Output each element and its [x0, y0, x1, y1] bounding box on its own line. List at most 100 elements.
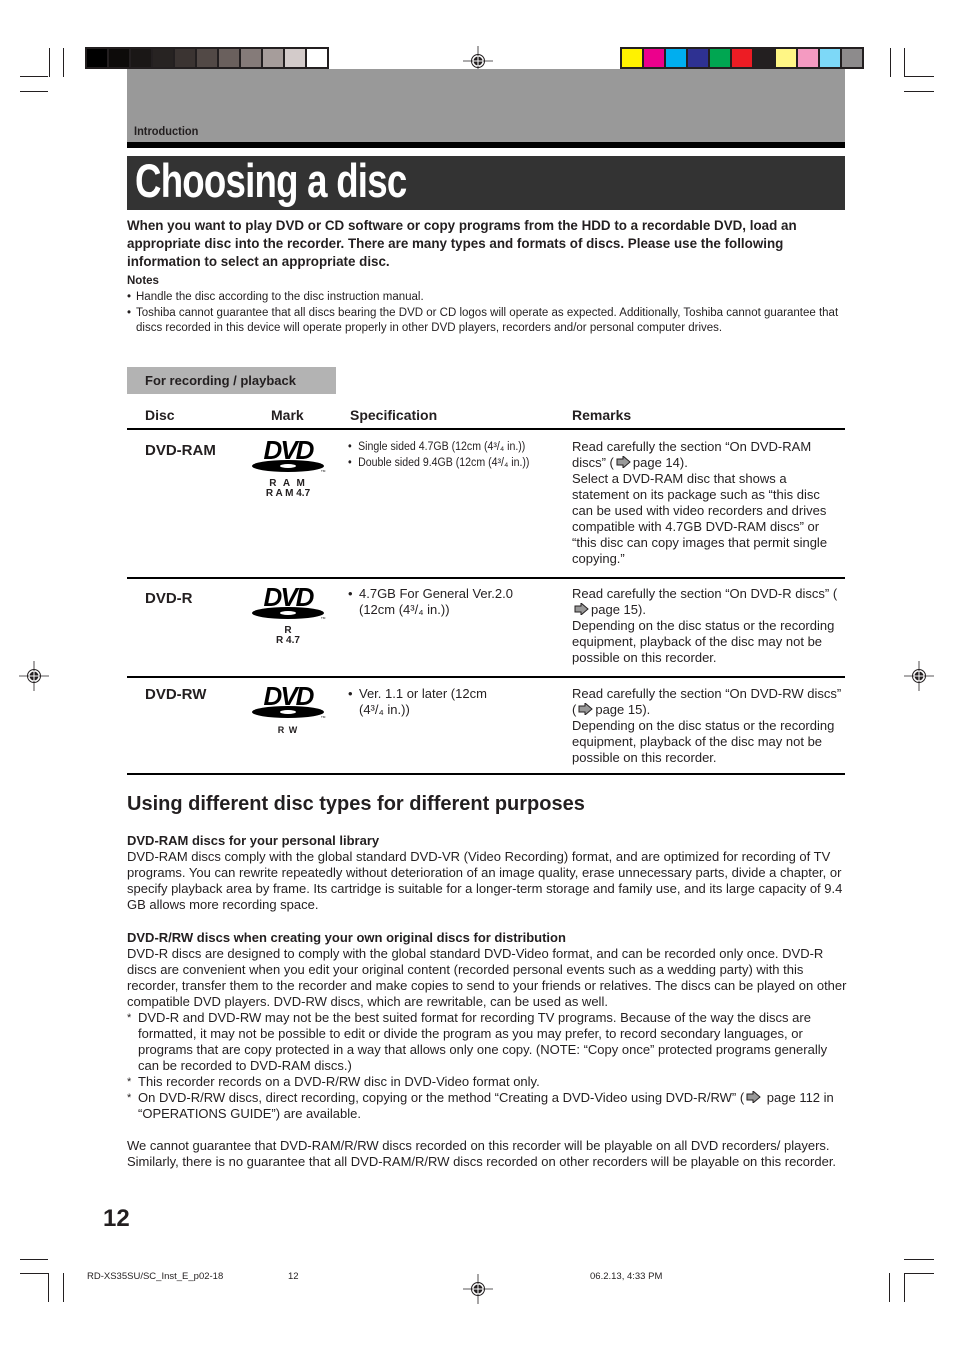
column-header-remarks: Remarks [572, 407, 632, 423]
specification-list: Single sided 4.7GB (12cm (4³/₄ in.)) Dou… [348, 439, 529, 471]
disc-name: DVD-R [145, 590, 193, 607]
grayscale-swatch [307, 49, 327, 67]
header-rule [127, 142, 845, 148]
table-rule [127, 577, 845, 579]
crop-mark [20, 1259, 48, 1260]
asterisk-note: DVD-R and DVD-RW may not be the best sui… [127, 1010, 847, 1074]
grayscale-swatch [131, 49, 151, 67]
dvd-disc-logo-icon: DVD TM [252, 681, 326, 719]
registration-mark-icon [463, 1274, 493, 1304]
column-header-disc: Disc [145, 407, 175, 423]
slug-date: 06.2.13, 4:33 PM [590, 1271, 663, 1282]
page-reference-link[interactable]: page 15). [595, 702, 650, 717]
color-swatch [732, 49, 752, 67]
grayscale-swatch [175, 49, 195, 67]
color-swatch [622, 49, 642, 67]
slug-page: 12 [288, 1271, 299, 1282]
notes-list: Handle the disc according to the disc in… [127, 290, 842, 337]
color-swatch [798, 49, 818, 67]
spec-item: 4.7GB For General Ver.2.0 (12cm (4³/₄ in… [348, 586, 528, 618]
spec-item: Double sided 9.4GB (12cm (4³/₄ in.)) [348, 455, 529, 471]
grayscale-swatch [241, 49, 261, 67]
section-label: Introduction [134, 124, 199, 138]
color-swatch [688, 49, 708, 67]
crop-mark [20, 91, 48, 92]
page-reference-arrow-icon [746, 1091, 761, 1103]
svg-text:TM: TM [321, 616, 326, 620]
grayscale-swatch [285, 49, 305, 67]
registration-mark-icon [19, 661, 49, 691]
remarks: Read carefully the section “On DVD-RW di… [572, 686, 844, 766]
dvd-logo-icon: DVD TM R W [250, 681, 326, 735]
asterisk-notes-list: DVD-R and DVD-RW may not be the best sui… [127, 1010, 847, 1122]
column-header-specification: Specification [350, 407, 438, 423]
remarks: Read carefully the section “On DVD-R dis… [572, 586, 844, 666]
subsection-heading: DVD-R/RW discs when creating your own or… [127, 930, 566, 945]
grayscale-swatch [87, 49, 107, 67]
crop-mark [63, 1273, 64, 1302]
crop-mark [904, 1273, 934, 1274]
table-rule [127, 773, 845, 775]
spec-item: Single sided 4.7GB (12cm (4³/₄ in.)) [348, 439, 529, 455]
color-swatch [644, 49, 664, 67]
dvd-logo-label: R W [277, 725, 299, 735]
grayscale-swatch [197, 49, 217, 67]
dvd-logo-label: R 4.7 [276, 635, 300, 646]
table-rule [127, 676, 845, 678]
page-reference-link[interactable]: page 14). [633, 455, 688, 470]
grayscale-calibration-bar [85, 47, 329, 69]
page-number: 12 [103, 1205, 130, 1232]
crop-mark [20, 1273, 48, 1274]
crop-mark [904, 48, 905, 77]
slug-filename: RD-XS35SU/SC_Inst_E_p02-18 [87, 1271, 224, 1282]
remarks-text: Select a DVD-RAM disc that shows a state… [572, 471, 828, 566]
crop-mark [904, 1259, 934, 1260]
specification-list: 4.7GB For General Ver.2.0 (12cm (4³/₄ in… [348, 586, 528, 618]
color-swatch [842, 49, 862, 67]
notes-title: Notes [127, 275, 159, 287]
dvd-ram-paragraph: DVD-RAM discs comply with the global sta… [127, 849, 843, 912]
grayscale-swatch [153, 49, 173, 67]
crop-mark [49, 48, 50, 77]
asterisk-note: On DVD-R/RW discs, direct recording, cop… [127, 1090, 847, 1122]
subsection-heading: DVD-RAM discs for your personal library [127, 833, 380, 848]
remarks-text: Depending on the disc status or the reco… [572, 618, 835, 665]
color-calibration-bar [620, 47, 864, 69]
disc-name: DVD-RW [145, 686, 207, 703]
crop-mark [20, 76, 48, 77]
crop-mark [904, 76, 934, 77]
table-rule [127, 428, 845, 430]
section-heading: Using different disc types for different… [127, 793, 585, 815]
dvd-disc-logo-icon: DVD TM [252, 582, 326, 620]
note-item: Toshiba cannot guarantee that all discs … [127, 306, 842, 337]
page-reference-arrow-icon [578, 703, 594, 715]
dvd-r-rw-paragraph: DVD-R discs are designed to comply with … [127, 946, 847, 1009]
disclaimer-paragraph: We cannot guarantee that DVD-RAM/R/RW di… [127, 1138, 837, 1169]
registration-mark-icon [904, 661, 934, 691]
dvd-disc-logo-icon: DVD TM [252, 435, 326, 473]
svg-text:TM: TM [321, 469, 326, 473]
grayscale-swatch [219, 49, 239, 67]
color-swatch [754, 49, 774, 67]
crop-mark [48, 1273, 49, 1302]
color-swatch [820, 49, 840, 67]
crop-mark [63, 48, 64, 77]
note-item: Handle the disc according to the disc in… [127, 290, 842, 306]
color-swatch [710, 49, 730, 67]
remarks-text: Depending on the disc status or the reco… [572, 718, 835, 765]
grayscale-swatch [263, 49, 283, 67]
column-header-mark: Mark [271, 407, 304, 423]
remarks: Read carefully the section “On DVD-RAM d… [572, 439, 844, 567]
intro-paragraph: When you want to play DVD or CD software… [127, 218, 797, 269]
crop-mark [890, 48, 891, 77]
specification-list: Ver. 1.1 or later (12cm (4³/₄ in.)) [348, 686, 508, 718]
asterisk-note-text: On DVD-R/RW discs, direct recording, cop… [138, 1090, 745, 1105]
header-band [127, 69, 845, 142]
page-reference-arrow-icon [574, 603, 589, 615]
remarks-text: Read carefully the section “On DVD-RAM d… [572, 439, 812, 470]
color-swatch [666, 49, 686, 67]
dvd-logo-icon: DVD TM R A M R A M 4.7 [250, 435, 326, 499]
grayscale-swatch [109, 49, 129, 67]
page-reference-link[interactable]: page 15). [591, 602, 646, 617]
dvd-logo-icon: DVD TM R R 4.7 [250, 582, 326, 646]
